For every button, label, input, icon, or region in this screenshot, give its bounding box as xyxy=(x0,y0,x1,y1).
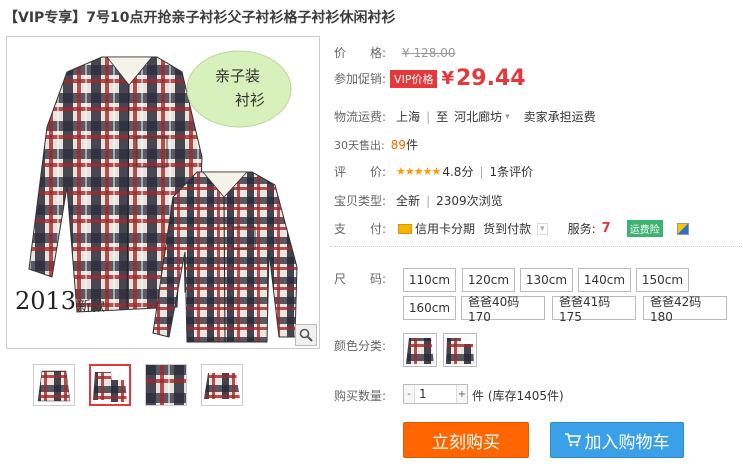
quantity-input[interactable] xyxy=(414,385,457,403)
promo-row: 参加促销: VIP价格 ¥ 29.44 xyxy=(334,66,526,91)
tag-text-line1: 亲子装 xyxy=(215,67,260,85)
size-label-row: 尺 码: xyxy=(334,270,386,287)
size-option-dad-42[interactable]: 爸爸42码180 xyxy=(643,295,727,324)
size-option-150[interactable]: 150cm xyxy=(636,268,689,292)
zoom-button[interactable] xyxy=(295,324,317,346)
guarantee-icon xyxy=(676,222,689,235)
color-label: 颜色分类: xyxy=(334,339,387,353)
size-option-110[interactable]: 110cm xyxy=(403,268,456,292)
vip-price-tag: VIP价格 xyxy=(390,69,438,88)
buy-now-label: 立刻购买 xyxy=(432,432,500,453)
shipping-row: 物流运费: 上海 | 至 河北廊坊 ▾ 卖家承担运费 xyxy=(334,108,596,125)
size-option-140[interactable]: 140cm xyxy=(578,268,631,292)
add-to-cart-button[interactable]: 加入购物车 xyxy=(550,422,684,458)
cart-icon xyxy=(564,433,581,447)
buy-now-button[interactable]: 立刻购买 xyxy=(403,422,529,458)
ship-sep: 至 xyxy=(436,110,449,124)
service-label: 服务: xyxy=(567,222,596,236)
star-rating-icon: ★★★★★ xyxy=(396,165,441,178)
divider xyxy=(330,246,742,247)
chevron-down-icon[interactable]: ▾ xyxy=(537,222,548,235)
thumbnail-2[interactable] xyxy=(89,364,131,406)
color-label-row: 颜色分类: xyxy=(334,337,386,354)
size-label: 尺 码: xyxy=(334,272,387,286)
shipping-note: 卖家承担运费 xyxy=(523,110,596,124)
color-option-2[interactable] xyxy=(443,333,477,367)
chevron-down-icon: ▾ xyxy=(505,111,510,122)
quantity-stepper: - + xyxy=(403,384,468,404)
sales-count: 89 xyxy=(390,137,406,152)
sales-row: 30天售出: 89 件 xyxy=(334,136,418,153)
quantity-label: 购买数量: xyxy=(334,389,387,403)
shipping-label: 物流运费: xyxy=(334,110,387,124)
credit-card-icon xyxy=(398,223,413,234)
quantity-label-row: 购买数量: xyxy=(334,387,386,404)
magnifier-icon xyxy=(299,328,313,342)
rating-row: 评 价: ★★★★★ 4.8分 | 1条评价 xyxy=(334,163,534,180)
item-type-row: 宝贝类型: 全新 | 2309次浏览 xyxy=(334,193,503,209)
sales-label: 30天售出: xyxy=(334,138,385,152)
new-label: 新款 xyxy=(77,299,105,315)
add-to-cart-label: 加入购物车 xyxy=(584,432,670,453)
thumbnail-4[interactable] xyxy=(201,364,243,406)
product-title: 【VIP专享】7号10点开抢亲子衬衫父子衬衫格子衬衫休闲衬衫 xyxy=(4,10,396,26)
original-price: ¥ 128.00 xyxy=(402,45,456,60)
installment-link[interactable]: 信用卡分期 xyxy=(415,220,475,237)
payment-row: 支 付: 信用卡分期 货到付款 ▾ 服务: 7 运费险 xyxy=(334,220,689,237)
thumbnail-1[interactable] xyxy=(33,364,75,406)
sales-unit: 件 xyxy=(405,138,418,152)
item-condition: 全新 xyxy=(396,194,421,208)
promo-label: 参加促销: xyxy=(334,72,387,86)
rating-score: 4.8分 xyxy=(442,165,474,179)
currency-symbol: ¥ xyxy=(441,68,454,89)
price-row: 价 格: ¥ 128.00 xyxy=(334,44,455,61)
item-type-label: 宝贝类型: xyxy=(334,194,387,208)
view-count: 2309次浏览 xyxy=(436,194,503,208)
stock-text: 件 (库存1405件) xyxy=(472,389,564,403)
size-option-130[interactable]: 130cm xyxy=(520,268,573,292)
quantity-decrease-button[interactable]: - xyxy=(404,385,414,403)
ship-to-select[interactable]: 河北廊坊 xyxy=(454,108,502,125)
price-label: 价 格: xyxy=(334,46,387,60)
main-product-image[interactable]: 亲子装 衬衫 2013 新款 xyxy=(6,36,320,349)
tag-text-line2: 衬衫 xyxy=(235,91,265,109)
size-option-120[interactable]: 120cm xyxy=(462,268,515,292)
color-option-1[interactable] xyxy=(403,333,437,367)
quantity-increase-button[interactable]: + xyxy=(457,385,467,403)
promo-price: 29.44 xyxy=(455,66,526,91)
reviews-link[interactable]: 1条评价 xyxy=(490,163,534,180)
size-option-dad-41[interactable]: 爸爸41码175 xyxy=(552,295,636,324)
year-label: 2013 xyxy=(15,287,76,315)
insurance-badge: 运费险 xyxy=(626,220,663,237)
thumbnail-3[interactable] xyxy=(145,364,187,406)
size-option-dad-40[interactable]: 爸爸40码170 xyxy=(461,295,545,324)
payment-label: 支 付: xyxy=(334,222,387,236)
shirt-image: 亲子装 衬衫 2013 新款 xyxy=(15,50,298,343)
cod-label: 货到付款 xyxy=(483,222,532,236)
rating-label: 评 价: xyxy=(334,165,387,179)
ship-from: 上海 xyxy=(396,110,421,124)
thumbnail-strip xyxy=(33,364,243,406)
size-option-160[interactable]: 160cm xyxy=(403,296,456,320)
seven-day-return-icon: 7 xyxy=(601,221,611,236)
stock-row: 件 (库存1405件) xyxy=(472,387,564,404)
